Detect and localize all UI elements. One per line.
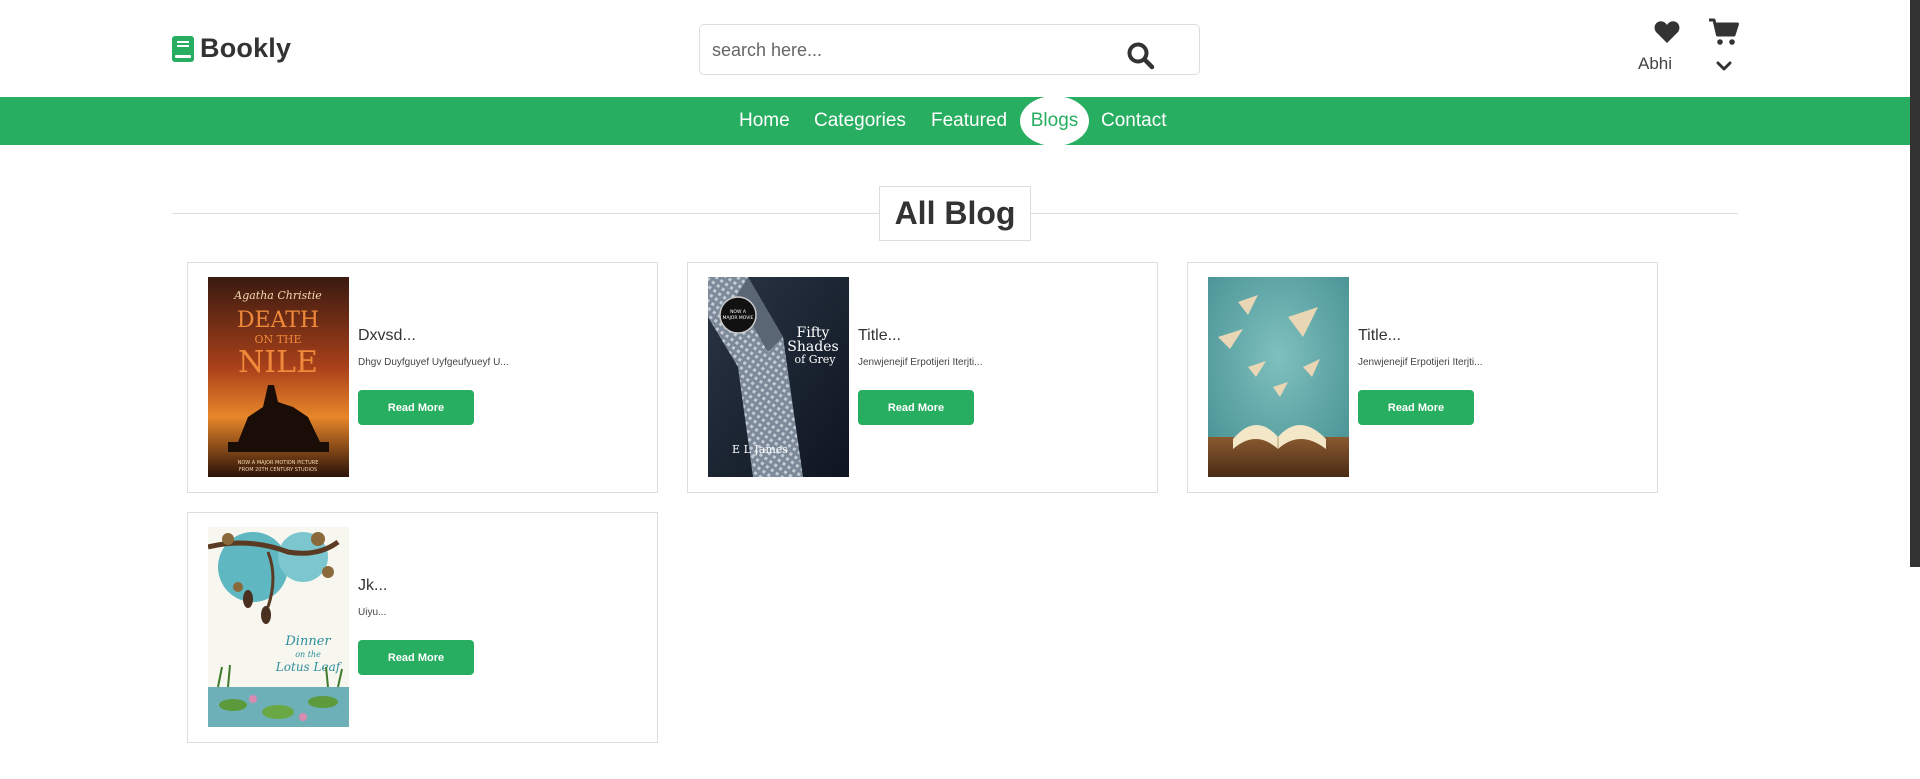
svg-text:MAJOR MOVIE: MAJOR MOVIE	[723, 315, 754, 321]
blog-cover-image: Agatha Christie DEATH ON THE NILE NOW A …	[208, 277, 349, 477]
blog-title: Dxvsd...	[358, 327, 416, 344]
read-more-button[interactable]: Read More	[1358, 390, 1474, 425]
book-icon	[172, 35, 194, 62]
nav-blogs[interactable]: Blogs	[1020, 96, 1089, 146]
page-title: All Blog	[879, 186, 1031, 241]
nav-home[interactable]: Home	[739, 97, 790, 145]
user-name[interactable]: Abhi	[1638, 54, 1672, 74]
nav-contact[interactable]: Contact	[1101, 97, 1166, 145]
search-icon[interactable]	[1126, 41, 1156, 71]
svg-text:DEATH: DEATH	[237, 308, 319, 333]
blog-title: Title...	[858, 327, 901, 344]
blog-card: Title... Jenwjenejif Erpotijeri Iterjti.…	[1187, 262, 1658, 493]
read-more-button[interactable]: Read More	[358, 390, 474, 425]
blog-excerpt: Uiyu...	[358, 607, 387, 618]
blog-cover-image: Dinner on the Lotus Leaf	[208, 527, 349, 727]
svg-text:on the: on the	[295, 650, 321, 659]
heart-icon[interactable]	[1654, 20, 1680, 44]
blog-title: Jk...	[358, 577, 388, 594]
svg-text:Dinner: Dinner	[284, 634, 331, 649]
blog-cover-image	[1208, 277, 1349, 477]
svg-text:Lotus Leaf: Lotus Leaf	[275, 660, 343, 674]
blog-excerpt: Jenwjenejif Erpotijeri Iterjti...	[1358, 357, 1483, 368]
svg-text:NOW A MAJOR MOTION PICTURE: NOW A MAJOR MOTION PICTURE	[238, 460, 319, 466]
blog-card: Dinner on the Lotus Leaf Jk... Uiyu... R…	[187, 512, 658, 743]
blog-cover-image: NOW A MAJOR MOVIE Fifty Shades of Grey E…	[708, 277, 849, 477]
chevron-down-icon[interactable]	[1716, 60, 1732, 72]
read-more-button[interactable]: Read More	[358, 640, 474, 675]
nav-categories[interactable]: Categories	[814, 97, 906, 145]
blog-card: NOW A MAJOR MOVIE Fifty Shades of Grey E…	[687, 262, 1158, 493]
main-nav: Home Categories Featured Blogs Contact	[0, 96, 1910, 146]
scrollbar[interactable]	[1910, 0, 1920, 567]
svg-text:NILE: NILE	[238, 345, 318, 380]
logo-text: Bookly	[200, 33, 292, 63]
svg-text:E L James: E L James	[732, 443, 788, 456]
blog-card: Agatha Christie DEATH ON THE NILE NOW A …	[187, 262, 658, 493]
blog-title: Title...	[1358, 327, 1401, 344]
search-input[interactable]	[712, 35, 1112, 65]
svg-text:of Grey: of Grey	[795, 353, 837, 366]
svg-text:FROM 20TH CENTURY STUDIOS: FROM 20TH CENTURY STUDIOS	[239, 467, 317, 473]
blog-excerpt: Jenwjenejif Erpotijeri Iterjti...	[858, 357, 983, 368]
blog-excerpt: Dhgv Duyfguyef Uyfgeufyueyf U...	[358, 357, 509, 368]
logo[interactable]: Bookly	[172, 33, 291, 64]
search-form	[699, 24, 1200, 75]
cart-icon[interactable]	[1709, 18, 1739, 46]
svg-text:Agatha Christie: Agatha Christie	[233, 289, 322, 302]
header: Bookly Abhi	[0, 0, 1910, 97]
nav-featured[interactable]: Featured	[931, 97, 1007, 145]
svg-text:NOW A: NOW A	[730, 309, 747, 315]
read-more-button[interactable]: Read More	[858, 390, 974, 425]
